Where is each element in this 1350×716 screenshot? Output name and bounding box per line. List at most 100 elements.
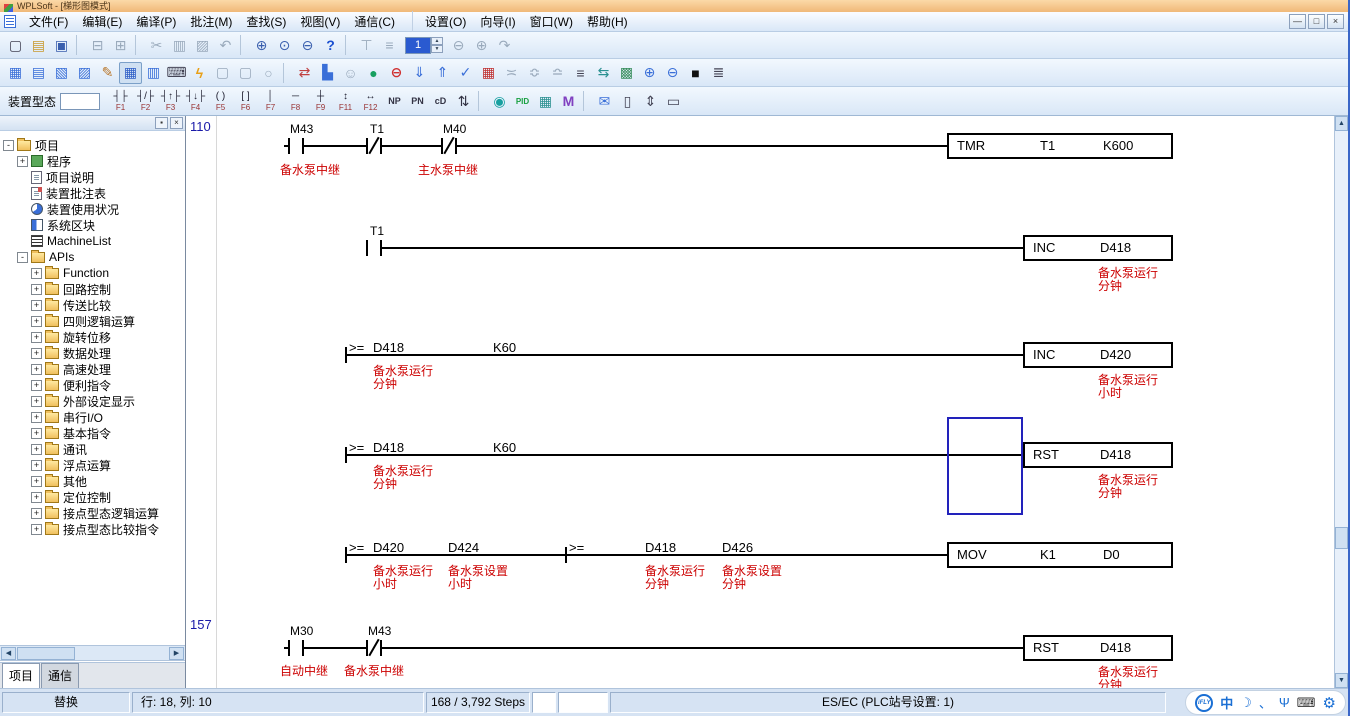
- zoom2-out-icon[interactable]: ⊖: [661, 62, 684, 84]
- copy-icon[interactable]: ▥: [168, 34, 191, 56]
- expand-icon[interactable]: -: [3, 140, 14, 151]
- expand-icon[interactable]: +: [31, 492, 42, 503]
- close-button[interactable]: ×: [1327, 14, 1344, 29]
- tree-item[interactable]: +接点型态逻辑运算: [0, 505, 185, 521]
- sfc-view-icon[interactable]: ▧: [50, 62, 73, 84]
- application-button[interactable]: [ ]F6: [233, 88, 258, 114]
- lightning-icon[interactable]: ϟ: [188, 62, 211, 84]
- spin-up-icon[interactable]: ▲: [431, 37, 443, 45]
- print-preview-icon[interactable]: ⊞: [109, 34, 132, 56]
- monitor-chart-icon[interactable]: ▦: [534, 90, 557, 112]
- expand-icon[interactable]: +: [31, 460, 42, 471]
- tree-item[interactable]: +定位控制: [0, 489, 185, 505]
- menu-item[interactable]: 文件(F): [22, 11, 75, 32]
- tree-item[interactable]: +数据处理: [0, 345, 185, 361]
- tree-item[interactable]: +旋转位移: [0, 329, 185, 345]
- contact-no-button[interactable]: ┤├F1: [108, 88, 133, 114]
- pid-icon[interactable]: PID: [511, 90, 534, 112]
- cross-line-button[interactable]: ┼F9: [308, 88, 333, 114]
- step-number-input[interactable]: [405, 37, 431, 54]
- falling-edge-button[interactable]: ┤↓├F4: [183, 88, 208, 114]
- ime-punct-icon[interactable]: 、: [1259, 693, 1272, 712]
- panel-close-icon[interactable]: ×: [170, 117, 183, 129]
- tree-item[interactable]: 装置批注表: [0, 185, 185, 201]
- align-icon[interactable]: ≡: [569, 62, 592, 84]
- new-file-icon[interactable]: ▢: [4, 34, 27, 56]
- instruction-box-rst-d418-2[interactable]: RST D418: [1023, 635, 1173, 661]
- updown-count-icon[interactable]: ⇅: [452, 90, 475, 112]
- tree-item[interactable]: +接点型态比较指令: [0, 521, 185, 537]
- zoom-in-icon[interactable]: ⊕: [250, 34, 273, 56]
- print-icon[interactable]: ⊟: [86, 34, 109, 56]
- disabled-circle-icon[interactable]: ○: [257, 62, 280, 84]
- upload-icon[interactable]: ⇑: [431, 62, 454, 84]
- menu-item[interactable]: 设置(O): [412, 11, 473, 32]
- menu-item[interactable]: 帮助(H): [580, 11, 635, 32]
- scroll-thumb[interactable]: [17, 647, 75, 660]
- expand-icon[interactable]: +: [31, 364, 42, 375]
- expand-icon[interactable]: +: [31, 348, 42, 359]
- expand-icon[interactable]: +: [31, 300, 42, 311]
- contact-T1-nc[interactable]: [366, 138, 382, 154]
- device-type-combo[interactable]: [60, 93, 100, 110]
- stop-icon[interactable]: ⊖: [385, 62, 408, 84]
- compare-contact-leg[interactable]: [345, 547, 347, 563]
- spin-down-icon[interactable]: ▼: [431, 45, 443, 53]
- help-icon[interactable]: ?: [319, 34, 342, 56]
- tree-item[interactable]: +Function: [0, 265, 185, 281]
- menu-item[interactable]: 窗口(W): [523, 11, 580, 32]
- expand-icon[interactable]: +: [31, 428, 42, 439]
- ime-mic-icon[interactable]: Ψ: [1279, 695, 1290, 710]
- black-block-icon[interactable]: ■: [684, 62, 707, 84]
- expand-icon[interactable]: +: [31, 380, 42, 391]
- scroll-left-icon[interactable]: ◀: [1, 647, 16, 660]
- tree-item[interactable]: +其他: [0, 473, 185, 489]
- undo-icon[interactable]: ↶: [214, 34, 237, 56]
- api-dot-icon[interactable]: ◉: [488, 90, 511, 112]
- step-forward-icon[interactable]: ⊕: [470, 34, 493, 56]
- compare-contact-leg[interactable]: [565, 547, 567, 563]
- comment-bubble-icon[interactable]: ▢: [211, 62, 234, 84]
- tree-item[interactable]: +串行I/O: [0, 409, 185, 425]
- tree-item[interactable]: 装置使用状况: [0, 201, 185, 217]
- zoom-out-icon[interactable]: ⊖: [296, 34, 319, 56]
- menu-item[interactable]: 批注(M): [183, 11, 239, 32]
- ime-moon-icon[interactable]: ☽: [1240, 695, 1252, 711]
- exchange-icon[interactable]: ⇆: [592, 62, 615, 84]
- scroll-up-icon[interactable]: ▲: [1335, 116, 1348, 131]
- ime-lang-icon[interactable]: 中: [1220, 693, 1233, 712]
- zoom-icon[interactable]: ⊙: [273, 34, 296, 56]
- instruction-view-icon[interactable]: ▤: [27, 62, 50, 84]
- np-contact-icon[interactable]: NP: [383, 90, 406, 112]
- contact-M40-nc[interactable]: [441, 138, 457, 154]
- contact-M43-nc[interactable]: [366, 640, 382, 656]
- comment-bubble2-icon[interactable]: ▢: [234, 62, 257, 84]
- panel-tab[interactable]: 项目: [2, 663, 40, 688]
- find-down-icon[interactable]: ≎: [523, 62, 546, 84]
- expand-icon[interactable]: +: [31, 524, 42, 535]
- ladder-edit-icon[interactable]: ▦: [119, 62, 142, 84]
- panel-tab[interactable]: 通信: [41, 663, 79, 688]
- expand-icon[interactable]: +: [31, 476, 42, 487]
- comment-view-icon[interactable]: ▨: [73, 62, 96, 84]
- contact-M30[interactable]: [288, 640, 304, 656]
- redo-icon[interactable]: ↷: [493, 34, 516, 56]
- grid-icon[interactable]: ▭: [662, 90, 685, 112]
- goto-top-icon[interactable]: ⊤: [355, 34, 378, 56]
- edit-comment-icon[interactable]: ✎: [96, 62, 119, 84]
- smiley-icon[interactable]: ☺: [339, 62, 362, 84]
- expand-icon[interactable]: +: [31, 284, 42, 295]
- tree-item[interactable]: +四则逻辑运算: [0, 313, 185, 329]
- compare-contact-leg[interactable]: [345, 347, 347, 363]
- contact-nc-button[interactable]: ┤/├F2: [133, 88, 158, 114]
- verify-icon[interactable]: ✓: [454, 62, 477, 84]
- menu-item[interactable]: 通信(C): [347, 11, 402, 32]
- menu-item[interactable]: 视图(V): [293, 11, 347, 32]
- instruction-box-inc-d418[interactable]: INC D418: [1023, 235, 1173, 261]
- code-icon[interactable]: ▦: [477, 62, 500, 84]
- tree-item[interactable]: +浮点运算: [0, 457, 185, 473]
- updown-icon[interactable]: ⇕: [639, 90, 662, 112]
- tree-item[interactable]: +回路控制: [0, 281, 185, 297]
- scroll-thumb[interactable]: [1335, 527, 1348, 549]
- card-icon[interactable]: ▯: [616, 90, 639, 112]
